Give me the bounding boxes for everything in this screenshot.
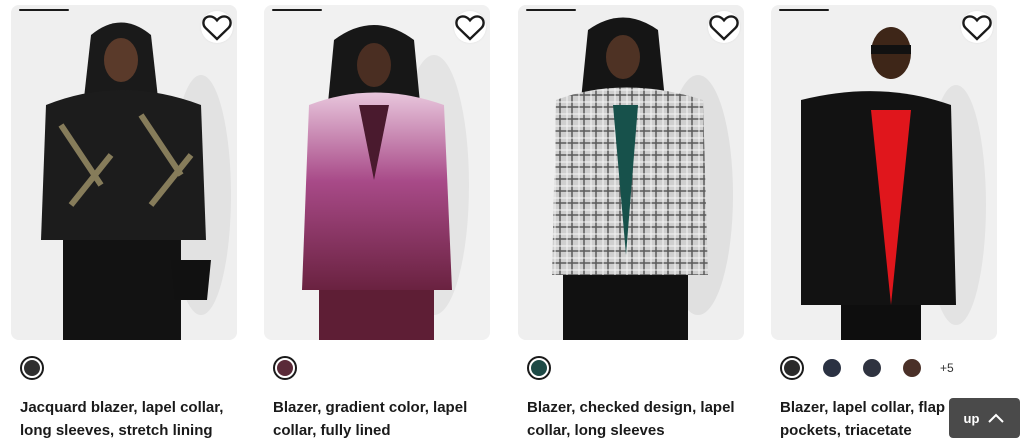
- color-swatches: [273, 356, 313, 380]
- product-card[interactable]: Jacquard blazer, lapel collar, long slee…: [11, 0, 237, 441]
- product-image[interactable]: [771, 5, 997, 340]
- color-swatches: [20, 356, 60, 380]
- color-swatch[interactable]: [780, 356, 804, 380]
- favorite-button[interactable]: [201, 11, 233, 43]
- product-card[interactable]: Blazer, gradient color, lapel collar, fu…: [264, 0, 490, 441]
- favorite-button[interactable]: [961, 11, 993, 43]
- heart-outline-icon: [962, 15, 992, 41]
- image-indicator: [272, 9, 322, 11]
- product-image[interactable]: [518, 5, 744, 340]
- product-name[interactable]: Blazer, gradient color, lapel collar, fu…: [273, 396, 493, 441]
- color-swatch[interactable]: [900, 356, 924, 380]
- product-card[interactable]: +5 Blazer, lapel collar, flap pockets, t…: [771, 0, 997, 441]
- scroll-to-top-label: up: [963, 410, 980, 426]
- color-swatch[interactable]: [860, 356, 884, 380]
- product-image[interactable]: [11, 5, 237, 340]
- color-swatch[interactable]: [20, 356, 44, 380]
- product-name[interactable]: Blazer, checked design, lapel collar, lo…: [527, 396, 747, 441]
- image-indicator: [19, 9, 69, 11]
- heart-outline-icon: [202, 15, 232, 41]
- product-card[interactable]: Blazer, checked design, lapel collar, lo…: [518, 0, 744, 441]
- image-indicator: [526, 9, 576, 11]
- color-swatch[interactable]: [820, 356, 844, 380]
- image-indicator: [779, 9, 829, 11]
- product-image[interactable]: [264, 5, 490, 340]
- color-swatches: [527, 356, 567, 380]
- product-name[interactable]: Jacquard blazer, lapel collar, long slee…: [20, 396, 240, 441]
- heart-outline-icon: [709, 15, 739, 41]
- more-colors-count[interactable]: +5: [940, 361, 954, 375]
- favorite-button[interactable]: [454, 11, 486, 43]
- product-grid: Jacquard blazer, lapel collar, long slee…: [0, 0, 1024, 441]
- color-swatch[interactable]: [273, 356, 297, 380]
- chevron-up-icon: [988, 413, 1005, 423]
- color-swatches: +5: [780, 356, 954, 380]
- scroll-to-top-button[interactable]: up: [949, 398, 1020, 438]
- favorite-button[interactable]: [708, 11, 740, 43]
- color-swatch[interactable]: [527, 356, 551, 380]
- heart-outline-icon: [455, 15, 485, 41]
